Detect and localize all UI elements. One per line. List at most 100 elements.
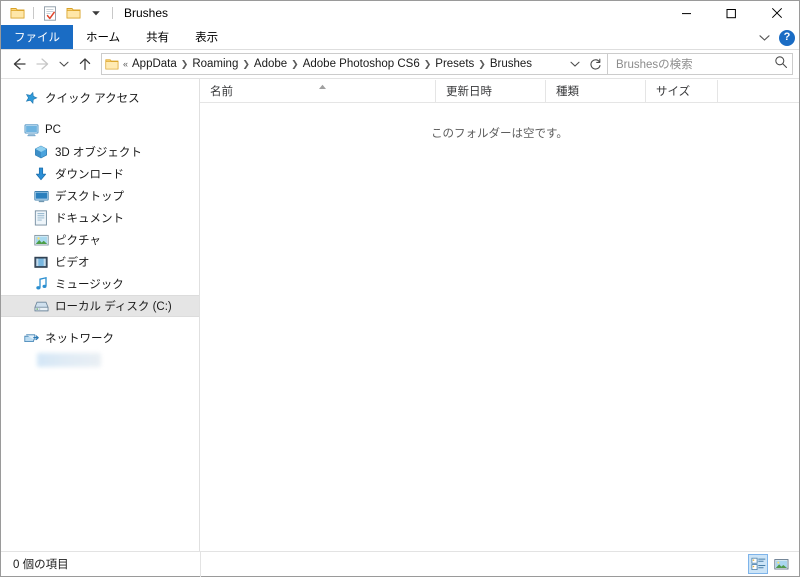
address-bar-buttons: [565, 54, 605, 74]
breadcrumb-separator: ❯: [478, 58, 486, 69]
sidebar-item-pictures[interactable]: ピクチャ: [1, 229, 199, 251]
address-folder-icon: [105, 58, 119, 71]
computer-icon: [23, 122, 39, 138]
search-box[interactable]: Brushesの検索: [608, 53, 793, 75]
breadcrumb-item-roaming[interactable]: Roaming: [189, 58, 241, 70]
breadcrumb-separator: ❯: [180, 58, 189, 69]
sidebar-item-label: デスクトップ: [55, 191, 124, 203]
video-icon: [33, 254, 49, 270]
sidebar-item-redacted-network-computer[interactable]: [37, 353, 101, 367]
breadcrumb-separator: ❯: [242, 58, 250, 69]
title-separator: [112, 7, 113, 19]
cube-icon: [33, 144, 49, 160]
column-header-label: 種類: [556, 86, 579, 98]
column-header-date-modified[interactable]: 更新日時: [436, 80, 546, 102]
sidebar-item-label: PC: [45, 124, 61, 136]
breadcrumb-root-prefix[interactable]: «: [122, 59, 129, 69]
window-title: Brushes: [124, 6, 169, 20]
tab-view[interactable]: 表示: [182, 25, 231, 49]
search-icon[interactable]: [774, 55, 788, 74]
minimize-button[interactable]: [664, 1, 709, 25]
properties-icon[interactable]: [40, 3, 60, 23]
recent-locations-button[interactable]: [55, 52, 73, 76]
sidebar-item-label: ミュージック: [55, 279, 124, 291]
sidebar-item-label: ドキュメント: [55, 213, 124, 225]
sidebar-item-quick-access[interactable]: クイック アクセス: [1, 87, 199, 109]
file-explorer-window: Brushes ファイル ホーム 共有 表示 ? « AppData ❯ Roa…: [0, 0, 800, 577]
sidebar-item-desktop[interactable]: デスクトップ: [1, 185, 199, 207]
sidebar-item-label: ネットワーク: [45, 333, 114, 345]
sidebar-item-3d-objects[interactable]: 3D オブジェクト: [1, 141, 199, 163]
refresh-icon[interactable]: [585, 54, 605, 74]
breadcrumb-separator: ❯: [423, 58, 432, 69]
desktop-icon: [33, 188, 49, 204]
sidebar-item-label: 3D オブジェクト: [55, 147, 142, 159]
sidebar-item-pc[interactable]: PC: [1, 119, 199, 141]
quick-access-toolbar: [1, 3, 116, 23]
sidebar-item-label: ピクチャ: [55, 235, 101, 247]
large-icons-view-button[interactable]: [771, 554, 791, 574]
ribbon-right-controls: ?: [755, 25, 795, 50]
hard-drive-icon: [33, 298, 49, 314]
empty-folder-message: このフォルダーは空です。: [431, 128, 568, 140]
folder-icon[interactable]: [7, 3, 27, 23]
ribbon-tab-bar: ファイル ホーム 共有 表示 ?: [1, 25, 799, 50]
chevron-down-icon[interactable]: [755, 28, 773, 48]
close-button[interactable]: [754, 1, 799, 25]
file-list-area[interactable]: このフォルダーは空です。: [200, 103, 799, 551]
sidebar-item-network[interactable]: ネットワーク: [1, 327, 199, 349]
tab-file[interactable]: ファイル: [1, 25, 73, 49]
document-icon: [34, 210, 47, 226]
music-note-icon: [33, 276, 49, 292]
address-bar-row: « AppData ❯ Roaming ❯ Adobe ❯ Adobe Phot…: [1, 50, 799, 78]
file-list-pane: 名前 更新日時 種類 サイズ このフォルダーは空です。: [200, 79, 799, 551]
breadcrumb[interactable]: « AppData ❯ Roaming ❯ Adobe ❯ Adobe Phot…: [122, 58, 565, 70]
column-header-name[interactable]: 名前: [200, 80, 436, 102]
item-count-label: 0 個の項目: [13, 559, 69, 571]
column-header-label: 名前: [210, 86, 233, 98]
forward-button[interactable]: [31, 52, 55, 76]
back-button[interactable]: [7, 52, 31, 76]
sidebar-item-local-disk-c[interactable]: ローカル ディスク (C:): [1, 295, 199, 317]
download-arrow-icon: [33, 166, 49, 182]
sidebar-item-label: ダウンロード: [55, 169, 124, 181]
breadcrumb-item-adobe[interactable]: Adobe: [251, 58, 290, 70]
sidebar-item-music[interactable]: ミュージック: [1, 273, 199, 295]
picture-icon: [33, 232, 49, 248]
status-bar-divider: [200, 552, 201, 577]
sidebar-item-label: ローカル ディスク (C:): [55, 301, 172, 313]
search-input[interactable]: Brushesの検索: [616, 56, 774, 72]
up-button[interactable]: [73, 52, 97, 76]
sidebar-item-videos[interactable]: ビデオ: [1, 251, 199, 273]
view-mode-buttons: [748, 554, 791, 574]
breadcrumb-item-presets[interactable]: Presets: [432, 58, 477, 70]
help-icon[interactable]: ?: [779, 29, 795, 46]
address-dropdown-icon[interactable]: [565, 54, 585, 74]
network-icon: [23, 330, 39, 346]
sidebar-item-downloads[interactable]: ダウンロード: [1, 163, 199, 185]
maximize-button[interactable]: [709, 1, 754, 25]
status-bar: 0 個の項目: [1, 551, 799, 577]
tab-share[interactable]: 共有: [133, 25, 182, 49]
title-bar: Brushes: [1, 1, 799, 25]
customize-qat-icon[interactable]: [86, 3, 106, 23]
breadcrumb-item-appdata[interactable]: AppData: [129, 58, 180, 70]
breadcrumb-separator: ❯: [291, 58, 299, 69]
column-header-size[interactable]: サイズ: [646, 80, 718, 102]
breadcrumb-item-photoshop[interactable]: Adobe Photoshop CS6: [300, 58, 423, 70]
qat-separator: [33, 7, 34, 19]
address-bar[interactable]: « AppData ❯ Roaming ❯ Adobe ❯ Adobe Phot…: [101, 53, 608, 75]
new-folder-icon[interactable]: [63, 3, 83, 23]
breadcrumb-item-brushes[interactable]: Brushes: [487, 58, 535, 70]
details-view-button[interactable]: [748, 554, 768, 574]
tab-home[interactable]: ホーム: [73, 25, 133, 49]
column-header-type[interactable]: 種類: [546, 80, 646, 102]
sort-ascending-icon: [318, 83, 327, 92]
column-headers: 名前 更新日時 種類 サイズ: [200, 79, 799, 103]
column-header-label: 更新日時: [446, 86, 492, 98]
column-header-label: サイズ: [656, 86, 691, 98]
sidebar-item-label: ビデオ: [55, 257, 90, 269]
sidebar-item-documents[interactable]: ドキュメント: [1, 207, 199, 229]
window-controls: [664, 1, 799, 25]
